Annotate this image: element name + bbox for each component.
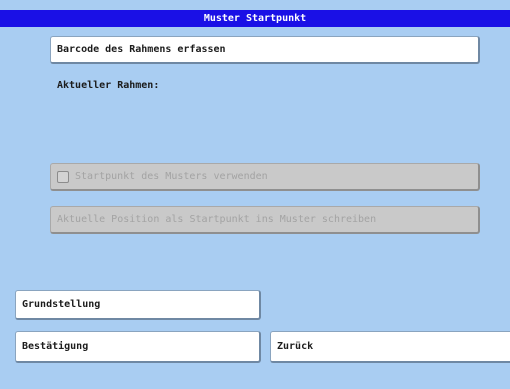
checkbox-icon <box>57 170 69 183</box>
use-pattern-start-label: Startpunkt des Musters verwenden <box>75 171 268 182</box>
muster-startpunkt-window: Muster Startpunkt Barcode des Rahmens er… <box>0 0 510 389</box>
confirm-label: Bestätigung <box>22 341 89 352</box>
confirm-button[interactable]: Bestätigung <box>15 331 261 363</box>
capture-barcode-label: Barcode des Rahmens erfassen <box>57 44 226 55</box>
write-position-label: Aktuelle Position als Startpunkt ins Mus… <box>57 214 377 225</box>
home-position-button[interactable]: Grundstellung <box>15 290 261 320</box>
capture-barcode-button[interactable]: Barcode des Rahmens erfassen <box>50 36 480 64</box>
use-pattern-start-checkbox[interactable]: Startpunkt des Musters verwenden <box>50 163 480 191</box>
back-button[interactable]: Zurück <box>270 331 510 363</box>
write-position-button[interactable]: Aktuelle Position als Startpunkt ins Mus… <box>50 206 480 234</box>
current-frame-label: Aktueller Rahmen: <box>57 80 160 91</box>
window-title: Muster Startpunkt <box>0 10 510 27</box>
home-position-label: Grundstellung <box>22 299 101 310</box>
back-label: Zurück <box>277 341 314 352</box>
